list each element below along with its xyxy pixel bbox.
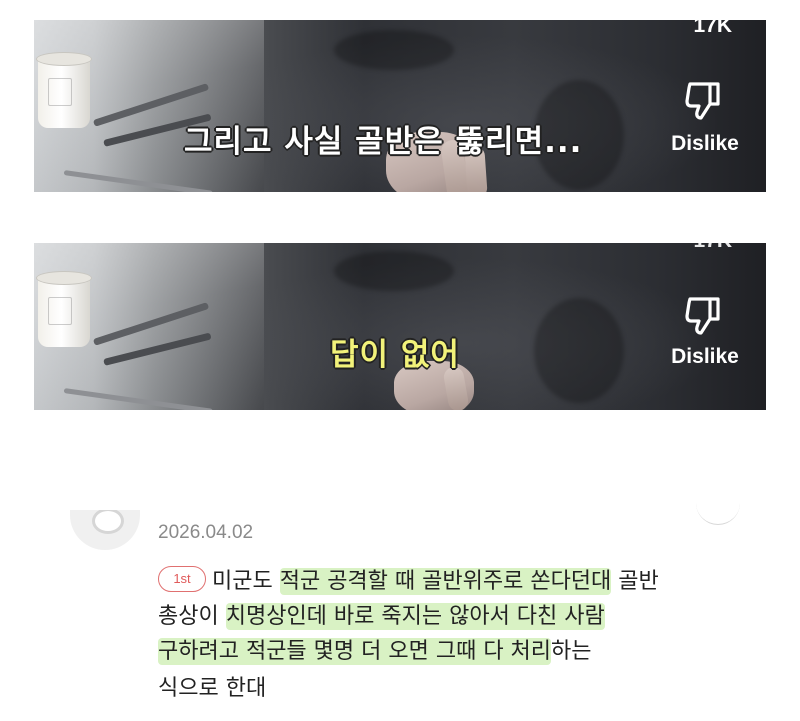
highlight: 치명상인데 바로 죽지는 않아서 다친 사람 xyxy=(225,603,605,630)
dislike-button-label[interactable]: Dislike xyxy=(667,132,743,156)
thumbs-down-icon[interactable] xyxy=(684,295,722,337)
comment-line-3: 구하려고 적군들 몇명 더 오면 그때 다 처리하는 xyxy=(158,638,592,665)
avatar[interactable] xyxy=(70,510,140,550)
video-frame-1[interactable]: 17K Dislike 그리고 사실 골반은 뚫리면... xyxy=(34,20,766,192)
video-subtitle: 답이 없어 xyxy=(330,337,460,373)
more-icon[interactable] xyxy=(696,500,740,525)
dislike-button-label[interactable]: Dislike xyxy=(667,345,743,369)
video-frame-2[interactable]: 17K Dislike 답이 없어 xyxy=(34,243,766,410)
first-badge: 1st xyxy=(158,566,206,592)
highlight: 적군 공격할 때 골반위주로 쏜다던대 xyxy=(279,568,612,595)
dislike-count: 17K xyxy=(693,243,732,253)
comment-date: 2026.04.02 xyxy=(158,522,254,543)
video-subtitle: 그리고 사실 골반은 뚫리면... xyxy=(184,124,583,160)
comment-line-4: 식으로 한대 xyxy=(158,676,267,701)
cup-image xyxy=(36,52,92,128)
highlight: 구하려고 적군들 몇명 더 오면 그때 다 처리 xyxy=(158,638,552,665)
gear-avatar-icon xyxy=(92,510,124,534)
thumbs-down-icon[interactable] xyxy=(684,80,722,122)
cup-image xyxy=(36,271,92,347)
comment-line-2: 총상이 치명상인데 바로 죽지는 않아서 다친 사람 xyxy=(158,603,605,630)
comment-line-1: 미군도 적군 공격할 때 골반위주로 쏜다던대 골반 xyxy=(212,568,659,595)
dislike-count: 17K xyxy=(693,20,732,37)
